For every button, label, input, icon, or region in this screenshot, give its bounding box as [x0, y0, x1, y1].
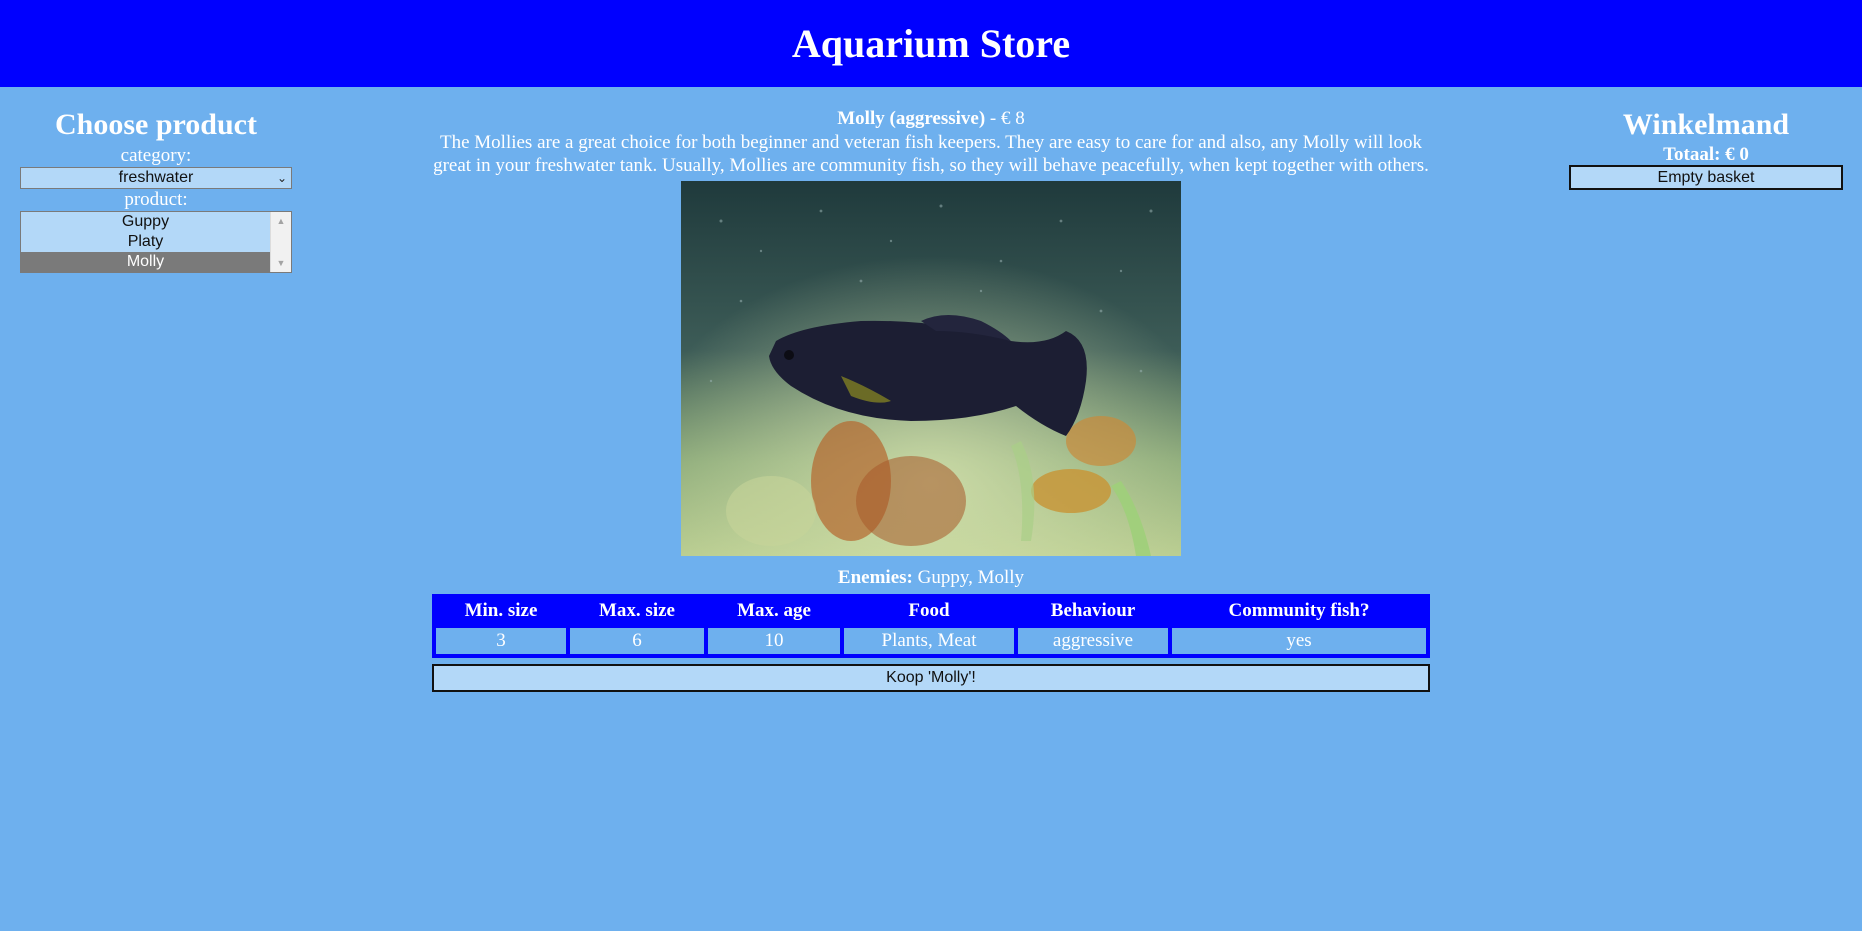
specs-header-behaviour: Behaviour	[1050, 600, 1136, 621]
category-value: freshwater	[118, 169, 194, 186]
product-option-platy[interactable]: Platy	[21, 232, 270, 252]
header-bar: Aquarium Store	[0, 0, 1862, 87]
specs-value-row: 3 6 10 Plants, Meat aggressive yes	[436, 628, 1426, 654]
specs-header-max-size: Max. size	[599, 600, 675, 621]
basket-panel: Winkelmand Totaal: € 0 Empty basket	[1569, 105, 1843, 190]
chevron-down-icon: ⌄	[276, 171, 287, 185]
product-photo	[681, 181, 1181, 556]
specs-header-max-age: Max. age	[737, 600, 811, 621]
specs-header-min-size: Min. size	[464, 600, 538, 621]
product-detail: Molly (aggressive) - € 8 The Mollies are…	[432, 107, 1430, 692]
category-label: category:	[120, 145, 192, 166]
product-title: Molly (aggressive) - € 8	[432, 107, 1430, 131]
specs-header-row: Min. size Max. size Max. age Food Behavi…	[436, 598, 1426, 624]
product-label: product:	[124, 189, 188, 210]
product-name: Molly (aggressive)	[837, 108, 986, 129]
specs-value-behaviour: aggressive	[1018, 628, 1168, 654]
enemies-line: Enemies: Guppy, Molly	[432, 566, 1430, 590]
buy-button[interactable]: Koop 'Molly'!	[432, 664, 1430, 692]
specs-value-max-size: 6	[570, 628, 704, 654]
specs-header-community: Community fish?	[1228, 600, 1370, 621]
product-description: The Mollies are a great choice for both …	[433, 132, 1429, 176]
product-option-molly[interactable]: Molly	[21, 252, 270, 272]
product-listbox[interactable]: Guppy Platy Molly ▲ ▼	[20, 211, 292, 273]
enemies-label: Enemies:	[837, 567, 913, 588]
specs-header-food: Food	[908, 600, 950, 621]
empty-basket-button[interactable]: Empty basket	[1569, 165, 1843, 190]
category-select[interactable]: freshwater ⌄	[20, 167, 292, 189]
specs-value-min-size: 3	[436, 628, 566, 654]
basket-heading: Winkelmand	[1622, 108, 1790, 141]
specs-value-max-age: 10	[708, 628, 840, 654]
specs-value-community: yes	[1172, 628, 1426, 654]
listbox-scrollbar[interactable]: ▲ ▼	[270, 212, 291, 272]
chooser-heading: Choose product	[55, 108, 257, 141]
scroll-down-icon[interactable]: ▼	[271, 258, 291, 268]
scroll-up-icon[interactable]: ▲	[271, 216, 291, 226]
product-price: - € 8	[989, 108, 1025, 129]
store-title: Aquarium Store	[791, 21, 1071, 66]
enemies-value: Guppy, Molly	[917, 567, 1025, 588]
product-option-guppy[interactable]: Guppy	[21, 212, 270, 232]
basket-total: Totaal: € 0	[1663, 144, 1749, 165]
specs-value-food: Plants, Meat	[844, 628, 1014, 654]
specs-table: Min. size Max. size Max. age Food Behavi…	[432, 594, 1430, 658]
product-chooser: Choose product category: freshwater ⌄ pr…	[20, 105, 292, 273]
